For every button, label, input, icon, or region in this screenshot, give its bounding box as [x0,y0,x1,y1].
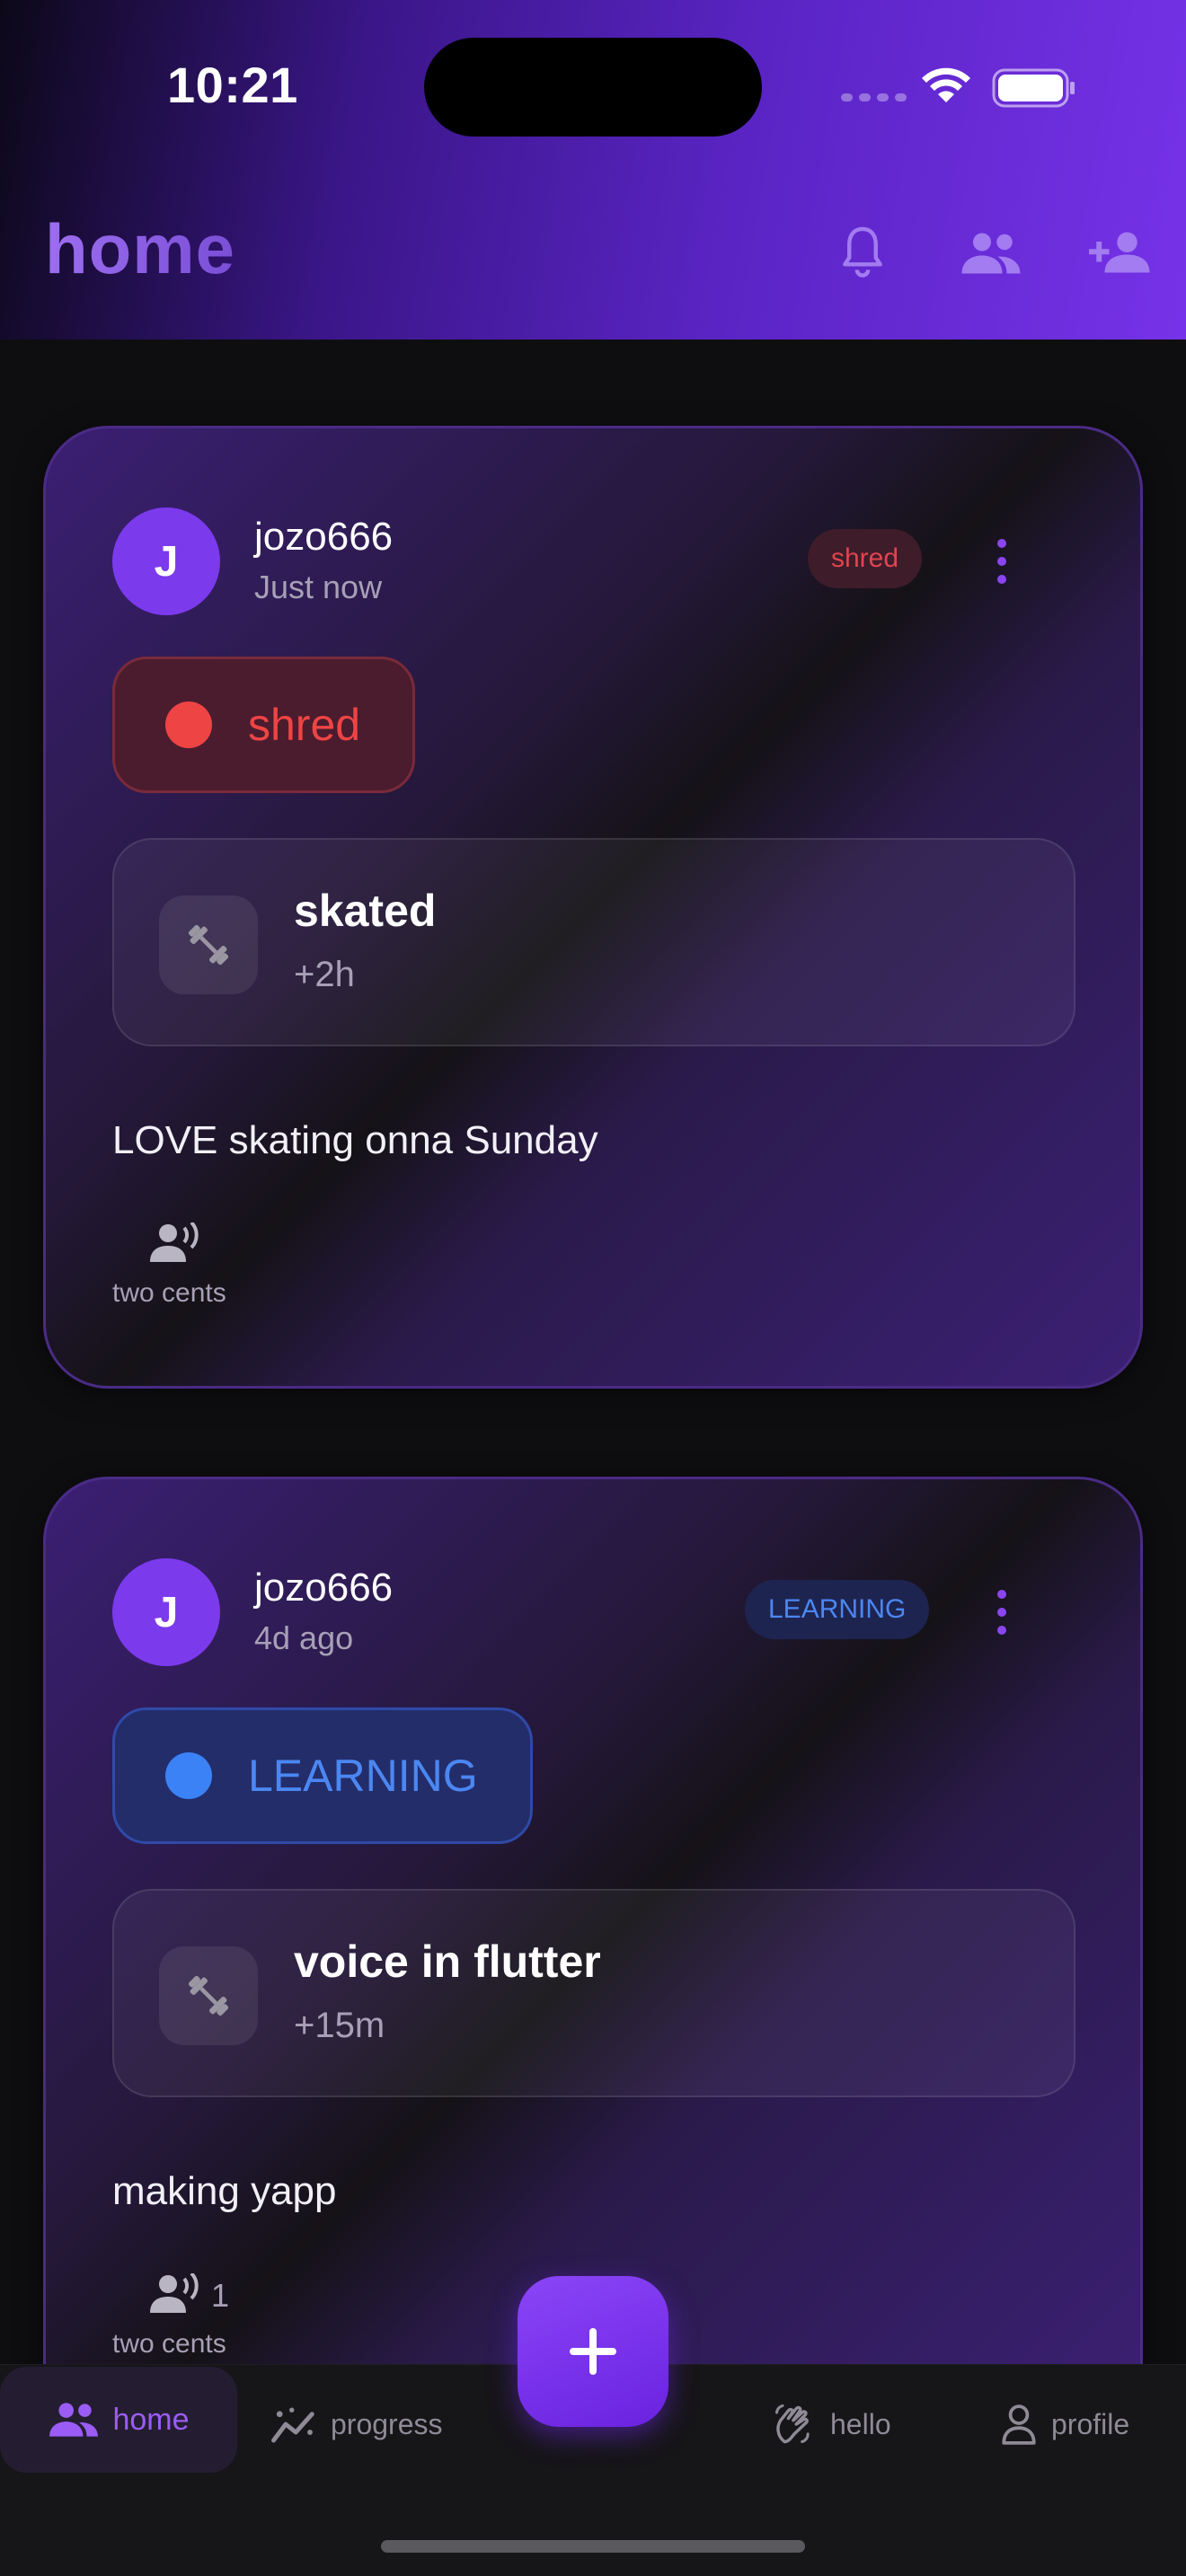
status-dot [165,701,212,748]
two-cents-button[interactable]: 1 two cents [112,2273,310,2372]
activity-duration: +2h [294,955,355,994]
nav-label: profile [1051,2407,1130,2440]
nav-item-hello[interactable]: hello [771,2370,891,2478]
plus-icon [570,2328,616,2375]
activity-name: skated [294,886,437,936]
sparkline-icon [271,2407,314,2443]
create-post-button[interactable] [518,2276,668,2427]
post-username[interactable]: jozo666 [254,515,393,560]
group-icon[interactable] [960,230,1022,277]
status-badge: shred [808,529,923,588]
post-timestamp: 4d ago [254,1619,354,1656]
nav-item-progress[interactable]: progress [270,2370,443,2478]
two-cents-button[interactable]: two cents [112,1222,310,1321]
voice-person-icon [150,1222,199,1262]
post-text: making yapp [112,2169,337,2213]
nav-label: hello [830,2407,891,2440]
reaction-label: two cents [112,1278,226,1308]
voice-person-icon [150,2273,199,2313]
nav-item-profile[interactable]: profile [999,2370,1129,2478]
activity-icon-box [159,1946,258,2045]
status-chip: shred [112,657,416,793]
group-icon [49,2403,99,2437]
home-indicator [381,2540,805,2553]
dumbbell-icon [188,1975,229,2016]
person-icon [1002,2404,1036,2445]
activity-card[interactable]: skated +2h [112,838,1075,1046]
status-time: 10:21 [167,57,298,113]
page-title: home [45,209,236,288]
activity-card[interactable]: voice in flutter +15m [112,1889,1075,2097]
battery-icon [992,68,1075,108]
reaction-label: two cents [112,2329,226,2359]
activity-duration: +15m [294,2006,385,2045]
dumbbell-icon [188,924,229,966]
app-header: 10:21 home [0,0,1186,340]
reaction-count: 1 [211,2277,230,2314]
post-text: LOVE skating onna Sunday [112,1118,598,1162]
add-person-icon[interactable] [1089,228,1152,277]
status-chip: LEARNING [112,1707,533,1844]
cellular-signal-icon [841,93,907,101]
status-chip-label: shred [248,700,361,750]
more-vert-icon[interactable] [993,1585,1011,1639]
activity-icon-box [159,895,258,994]
wifi-icon [922,67,970,102]
avatar[interactable]: J [112,1558,220,1666]
nav-label: progress [331,2407,443,2440]
waving-hand-icon [774,2404,810,2444]
post-card[interactable]: J jozo666 Just now shred shred skated +2… [43,426,1143,1389]
status-badge: LEARNING [745,1580,930,1639]
dynamic-island [424,38,762,137]
status-dot [165,1752,212,1799]
avatar[interactable]: J [112,507,220,615]
post-timestamp: Just now [254,569,383,605]
nav-label: home [112,2402,190,2437]
bell-icon[interactable] [836,225,890,282]
status-chip-label: LEARNING [248,1751,478,1801]
activity-name: voice in flutter [294,1936,601,1987]
nav-item-home[interactable]: home [0,2367,237,2473]
post-username[interactable]: jozo666 [254,1566,393,1610]
more-vert-icon[interactable] [993,534,1011,588]
